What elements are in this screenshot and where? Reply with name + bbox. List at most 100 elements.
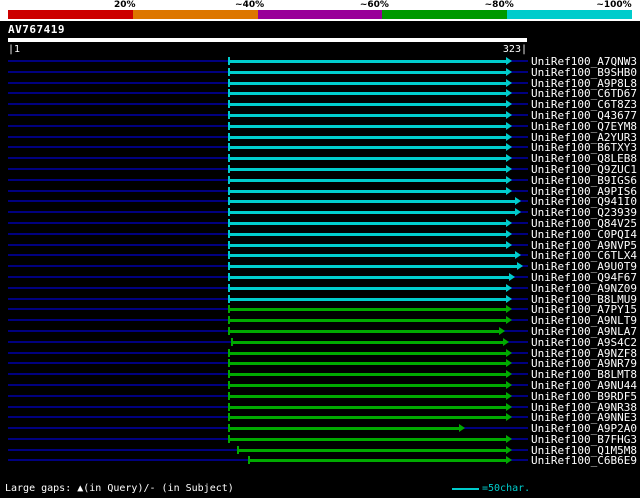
alignment-bar[interactable] <box>227 329 500 333</box>
hit-row: UniRef100_A9S4C2 <box>0 337 640 348</box>
bar-start-tick <box>227 262 230 271</box>
alignment-bar[interactable] <box>227 92 506 96</box>
identity-scale-label: ~80% <box>484 0 514 10</box>
hit-label[interactable]: UniRef100_C6B6E9 <box>531 455 637 466</box>
bar-start-tick <box>227 154 230 163</box>
bar-start-tick <box>227 143 230 152</box>
alignment-bar[interactable] <box>227 146 506 150</box>
bar-arrowhead-icon <box>515 197 522 206</box>
alignment-bar[interactable] <box>227 351 506 355</box>
alignment-bar[interactable] <box>227 135 506 139</box>
bar-start-tick <box>227 424 230 433</box>
identity-scale-segment <box>382 10 508 19</box>
hit-row: UniRef100_A9NZ09 <box>0 283 640 294</box>
bar-start-tick <box>227 348 230 357</box>
bar-arrowhead-icon <box>502 337 509 346</box>
bar-start-tick <box>227 132 230 141</box>
bar-arrowhead-icon <box>509 272 515 281</box>
identity-scale-segment <box>507 10 632 19</box>
identity-scale-segment <box>8 10 133 19</box>
alignment-bar[interactable] <box>230 340 503 344</box>
alignment-bar[interactable] <box>248 459 506 463</box>
identity-scale-segment <box>132 10 258 19</box>
bar-arrowhead-icon <box>505 294 512 303</box>
bar-start-tick <box>227 78 230 87</box>
bar-arrowhead-icon <box>505 456 512 465</box>
bar-arrowhead-icon <box>505 218 512 227</box>
bar-start-tick <box>227 240 230 249</box>
alignment-bar[interactable] <box>227 60 506 63</box>
bar-arrowhead-icon <box>505 143 512 152</box>
bar-arrowhead-icon <box>505 391 512 400</box>
identity-scale-label: ~60% <box>359 0 389 10</box>
bar-start-tick <box>227 370 230 379</box>
alignment-bar[interactable] <box>227 70 506 74</box>
bar-arrowhead-icon <box>505 445 512 454</box>
bar-arrowhead-icon <box>505 402 512 411</box>
hit-row: UniRef100_B9SHB0 <box>0 67 640 78</box>
bar-start-tick <box>227 164 230 173</box>
alignment-bar[interactable] <box>227 211 516 215</box>
alignment-bar[interactable] <box>227 394 506 398</box>
bar-arrowhead-icon <box>505 57 512 65</box>
bar-arrowhead-icon <box>505 434 512 443</box>
bar-start-tick <box>227 316 230 325</box>
bar-arrowhead-icon <box>505 370 512 379</box>
alignment-bar[interactable] <box>227 405 506 409</box>
alignment-bar[interactable] <box>227 167 506 171</box>
bar-arrowhead-icon <box>459 424 466 433</box>
alignment-bar[interactable] <box>227 297 506 301</box>
alignment-bar[interactable] <box>227 178 506 182</box>
alignment-bar[interactable] <box>227 319 506 323</box>
alignment-bar[interactable] <box>227 416 506 420</box>
bar-arrowhead-icon <box>505 121 512 130</box>
alignment-bar[interactable] <box>227 265 517 269</box>
identity-scale-label: ~100% <box>596 0 632 10</box>
alignment-bar[interactable] <box>227 243 506 247</box>
bar-start-tick <box>227 402 230 411</box>
bar-start-tick <box>227 89 230 98</box>
bar-arrowhead-icon <box>505 67 512 76</box>
query-bar <box>8 38 527 42</box>
bar-start-tick <box>227 283 230 292</box>
hit-rows: UniRef100_A7QNW3 UniRef100_B9SHB0 UniRef10… <box>0 56 640 466</box>
alignment-bar[interactable] <box>227 232 506 236</box>
alignment-bar[interactable] <box>227 124 506 128</box>
identity-scale-labels: 20% ~40% ~60% ~80% ~100% <box>0 0 640 10</box>
alignment-bar[interactable] <box>227 103 506 107</box>
bar-start-tick <box>227 391 230 400</box>
alignment-bar[interactable] <box>227 383 506 387</box>
bar-arrowhead-icon <box>505 110 512 119</box>
bar-start-tick <box>227 175 230 184</box>
bar-start-tick <box>227 251 230 260</box>
alignment-bar[interactable] <box>227 286 506 290</box>
alignment-bar[interactable] <box>227 200 516 204</box>
bar-start-tick <box>227 57 230 65</box>
bar-arrowhead-icon <box>505 78 512 87</box>
alignment-bar[interactable] <box>227 189 506 193</box>
alignment-bar[interactable] <box>227 275 509 279</box>
bar-start-tick <box>237 445 240 454</box>
identity-color-scale: 20% ~40% ~60% ~80% ~100% <box>0 0 640 21</box>
identity-scale-segment <box>257 10 383 19</box>
alignment-bar[interactable] <box>227 113 506 117</box>
alignment-bar[interactable] <box>237 448 506 452</box>
hit-row: UniRef100_C0PQI4 <box>0 229 640 240</box>
gaps-legend-text: Large gaps: ▲(in Query)/- (in Subject) <box>5 483 234 494</box>
alignment-bar[interactable] <box>227 362 506 366</box>
bar-start-tick <box>230 337 233 346</box>
alignment-bar[interactable] <box>227 437 506 441</box>
alignment-bar[interactable] <box>227 81 506 85</box>
alignment-bar[interactable] <box>227 254 516 258</box>
bar-arrowhead-icon <box>505 175 512 184</box>
bar-start-tick <box>227 380 230 389</box>
bar-arrowhead-icon <box>505 240 512 249</box>
alignment-bar[interactable] <box>227 427 460 431</box>
alignment-bar[interactable] <box>227 157 506 161</box>
alignment-bar[interactable] <box>227 308 506 312</box>
alignment-bar[interactable] <box>227 373 506 377</box>
alignment-bar[interactable] <box>227 221 506 225</box>
hit-row: UniRef100_C6B6E9 <box>0 455 640 466</box>
footer-legend: Large gaps: ▲(in Query)/- (in Subject) =… <box>0 479 640 498</box>
bar-arrowhead-icon <box>505 316 512 325</box>
